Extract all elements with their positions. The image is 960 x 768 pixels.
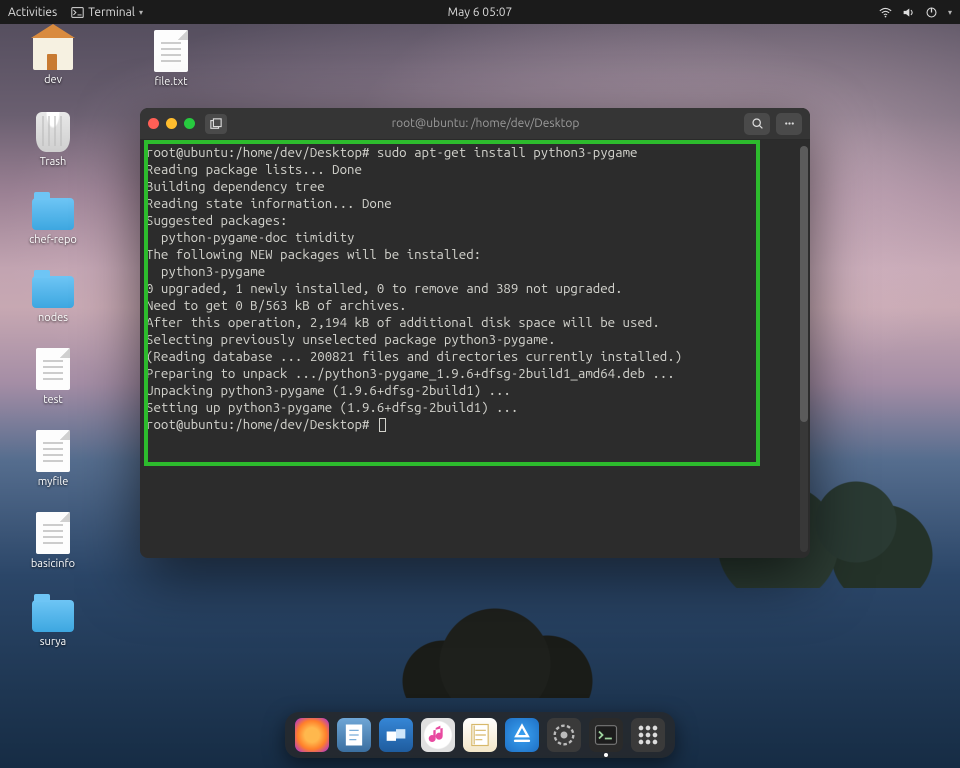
- window-title: root@ubuntu: /home/dev/Desktop: [227, 117, 744, 130]
- dock-item-settings[interactable]: [547, 718, 581, 752]
- dock-item-firefox[interactable]: [295, 718, 329, 752]
- app-menu[interactable]: Terminal ▾: [71, 6, 143, 19]
- folder-icon: [32, 198, 74, 230]
- dock-item-notes[interactable]: [463, 718, 497, 752]
- system-menu-caret-icon[interactable]: ▾: [948, 8, 952, 17]
- desktop-icon-myfile[interactable]: myfile: [18, 430, 88, 488]
- new-tab-button[interactable]: [205, 114, 227, 134]
- file-icon: [36, 348, 70, 390]
- clock[interactable]: May 6 05:07: [448, 6, 513, 19]
- window-controls: [148, 118, 195, 129]
- desktop-icon-dev[interactable]: dev: [18, 30, 88, 88]
- dock-item-apps-grid[interactable]: [631, 718, 665, 752]
- top-bar: Activities Terminal ▾ May 6 05:07 ▾: [0, 0, 960, 24]
- trash-icon: [36, 112, 70, 152]
- desktop-icon-label: chef-repo: [29, 234, 77, 246]
- desktop-icon-label: dev: [44, 74, 62, 86]
- desktop-icon-surya[interactable]: surya: [18, 594, 88, 648]
- activities-button[interactable]: Activities: [8, 6, 57, 19]
- text-editor-icon: [340, 721, 368, 749]
- app-menu-label: Terminal: [88, 6, 135, 19]
- home-folder-icon: [33, 36, 73, 70]
- dock-item-app-store[interactable]: [505, 718, 539, 752]
- dock-item-terminal[interactable]: [589, 718, 623, 752]
- folder-icon: [32, 600, 74, 632]
- desktop-icon-test[interactable]: test: [18, 348, 88, 406]
- close-icon[interactable]: [148, 118, 159, 129]
- desktop-icon-trash[interactable]: Trash: [18, 112, 88, 168]
- terminal-body[interactable]: root@ubuntu:/home/dev/Desktop# sudo apt-…: [140, 140, 810, 558]
- desktop-icon-label: Trash: [40, 156, 67, 168]
- terminal-output: root@ubuntu:/home/dev/Desktop# sudo apt-…: [146, 144, 804, 433]
- file-icon: [36, 430, 70, 472]
- dock: [285, 712, 675, 758]
- terminal-cursor: [379, 418, 386, 432]
- desktop-icon-chef-repo[interactable]: chef-repo: [18, 192, 88, 246]
- apps-grid-icon: [634, 721, 662, 749]
- chevron-down-icon: ▾: [139, 8, 143, 17]
- desktop-icon-label: test: [43, 394, 62, 406]
- dock-item-text-editor[interactable]: [337, 718, 371, 752]
- scrollbar-thumb[interactable]: [800, 146, 808, 422]
- terminal-titlebar[interactable]: root@ubuntu: /home/dev/Desktop: [140, 108, 810, 140]
- power-icon[interactable]: [925, 6, 938, 19]
- minimize-icon[interactable]: [166, 118, 177, 129]
- terminal-icon: [71, 6, 84, 19]
- notes-icon: [466, 721, 494, 749]
- files-icon: [382, 721, 410, 749]
- dock-item-files[interactable]: [379, 718, 413, 752]
- desktop-icon-label: file.txt: [155, 76, 188, 88]
- wifi-icon[interactable]: [879, 6, 892, 19]
- desktop-icon-nodes[interactable]: nodes: [18, 270, 88, 324]
- desktop-icon-label: basicinfo: [31, 558, 75, 570]
- hamburger-menu-button[interactable]: [776, 113, 802, 135]
- terminal-scrollbar[interactable]: [800, 146, 808, 552]
- desktop-icon-label: surya: [40, 636, 66, 648]
- file-icon: [154, 30, 188, 72]
- maximize-icon[interactable]: [184, 118, 195, 129]
- desktop-icon-label: myfile: [38, 476, 69, 488]
- desktop-icon-basicinfo[interactable]: basicinfo: [18, 512, 88, 570]
- volume-icon[interactable]: [902, 6, 915, 19]
- music-icon: [424, 721, 452, 749]
- desktop-icon-filetxt[interactable]: file.txt: [136, 30, 206, 88]
- terminal-window[interactable]: root@ubuntu: /home/dev/Desktop root@ubun…: [140, 108, 810, 558]
- gear-icon: [550, 721, 578, 749]
- dock-item-music[interactable]: [421, 718, 455, 752]
- search-button[interactable]: [744, 113, 770, 135]
- file-icon: [36, 512, 70, 554]
- app-store-icon: [508, 721, 536, 749]
- terminal-icon: [592, 721, 620, 749]
- desktop-icon-label: nodes: [38, 312, 68, 324]
- folder-icon: [32, 276, 74, 308]
